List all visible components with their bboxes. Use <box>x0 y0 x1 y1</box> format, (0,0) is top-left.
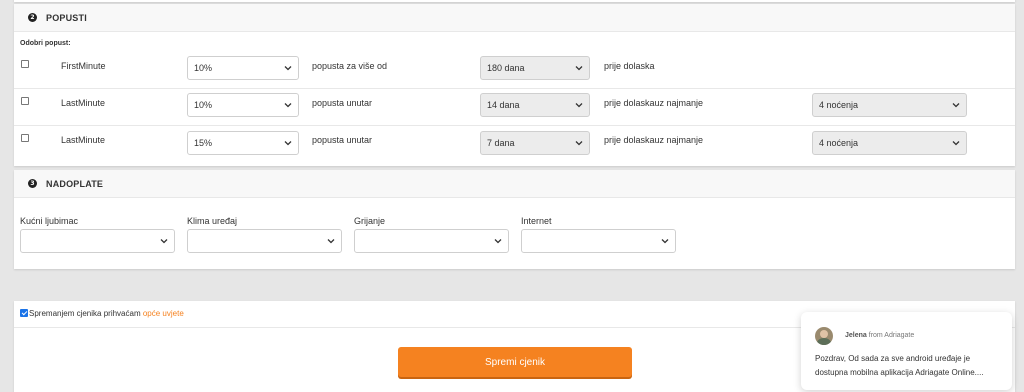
surcharge-label-heating: Grijanje <box>354 216 386 226</box>
discount-name: LastMinute <box>61 98 106 108</box>
chevron-down-icon <box>284 101 292 109</box>
nadoplate-header: 3 NADOPLATE <box>14 170 1015 198</box>
chevron-down-icon <box>575 139 583 147</box>
discount-checkbox-firstminute[interactable] <box>21 60 29 68</box>
save-pricelist-button[interactable]: Spremi cjenik <box>398 347 632 377</box>
discount-percent-select[interactable]: 10% <box>187 56 299 80</box>
chevron-down-icon <box>284 64 292 72</box>
chevron-down-icon <box>661 237 669 245</box>
select-value: 4 noćenja <box>819 138 859 148</box>
row-divider <box>14 125 1015 126</box>
section-title: POPUSTI <box>46 12 87 23</box>
terms-text: Spremanjem cjenika prihvaćam opće uvjete <box>29 309 184 318</box>
discount-percent-select[interactable]: 15% <box>187 131 299 155</box>
chat-popup[interactable]: Jelena from Adriagate Pozdrav, Od sada z… <box>801 312 1012 390</box>
chevron-down-icon <box>575 64 583 72</box>
days-select[interactable]: 7 dana <box>480 131 590 155</box>
pet-select[interactable] <box>20 229 175 253</box>
chat-sender: Jelena from Adriagate <box>845 332 914 339</box>
popusti-header: 2 POPUSTI <box>14 4 1015 32</box>
select-value: 7 dana <box>487 138 515 148</box>
nights-select[interactable]: 4 noćenja <box>812 131 967 155</box>
surcharge-label-internet: Internet <box>521 216 552 226</box>
discount-name: FirstMinute <box>61 61 106 71</box>
surcharge-label-ac: Klima uređaj <box>187 216 238 226</box>
days-select[interactable]: 14 dana <box>480 93 590 117</box>
arrival-text: prije dolaskauz najmanje <box>604 98 704 108</box>
heating-select[interactable] <box>354 229 509 253</box>
row-divider <box>14 88 1015 89</box>
avatar <box>815 327 833 345</box>
approve-discount-label: Odobri popust: <box>20 40 71 47</box>
select-value: 14 dana <box>487 100 520 110</box>
chat-message: Pozdrav, Od sada za sve android uređaje … <box>815 354 984 377</box>
discount-text: popusta unutar <box>312 98 373 108</box>
terms-label: Spremanjem cjenika prihvaćam <box>29 309 141 318</box>
discount-text: popusta unutar <box>312 135 373 145</box>
discount-checkbox-lastminute[interactable] <box>21 97 29 105</box>
chevron-down-icon <box>952 139 960 147</box>
surcharge-label-pet: Kućni ljubimac <box>20 216 79 226</box>
chevron-down-icon <box>160 237 168 245</box>
arrival-text: prije dolaska <box>604 61 655 71</box>
popusti-section: 2 POPUSTI Odobri popust: FirstMinute 10%… <box>14 4 1015 166</box>
section-title: NADOPLATE <box>46 178 104 189</box>
nights-select[interactable]: 4 noćenja <box>812 93 967 117</box>
chat-agent-org: from Adriagate <box>868 332 915 339</box>
internet-select[interactable] <box>521 229 676 253</box>
discount-percent-select[interactable]: 10% <box>187 93 299 117</box>
discount-name: LastMinute <box>61 135 106 145</box>
days-select[interactable]: 180 dana <box>480 56 590 80</box>
chevron-down-icon <box>327 237 335 245</box>
ac-select[interactable] <box>187 229 342 253</box>
discount-text: popusta za više od <box>312 61 388 71</box>
select-value: 10% <box>194 63 213 73</box>
step-number-icon: 3 <box>28 179 37 188</box>
chevron-down-icon <box>575 101 583 109</box>
top-panel-edge <box>14 0 1015 2</box>
chevron-down-icon <box>284 139 292 147</box>
chat-agent-name: Jelena <box>845 332 867 339</box>
arrival-text: prije dolaskauz najmanje <box>604 135 704 145</box>
terms-link[interactable]: opće uvjete <box>143 309 184 318</box>
terms-checkbox[interactable] <box>20 309 28 317</box>
select-value: 15% <box>194 138 213 148</box>
select-value: 180 dana <box>487 63 525 73</box>
step-number-icon: 2 <box>28 13 37 22</box>
discount-checkbox-lastminute-2[interactable] <box>21 134 29 142</box>
chevron-down-icon <box>952 101 960 109</box>
select-value: 10% <box>194 100 213 110</box>
select-value: 4 noćenja <box>819 100 859 110</box>
nadoplate-section: 3 NADOPLATE Kućni ljubimac Klima uređaj … <box>14 170 1015 269</box>
chevron-down-icon <box>494 237 502 245</box>
